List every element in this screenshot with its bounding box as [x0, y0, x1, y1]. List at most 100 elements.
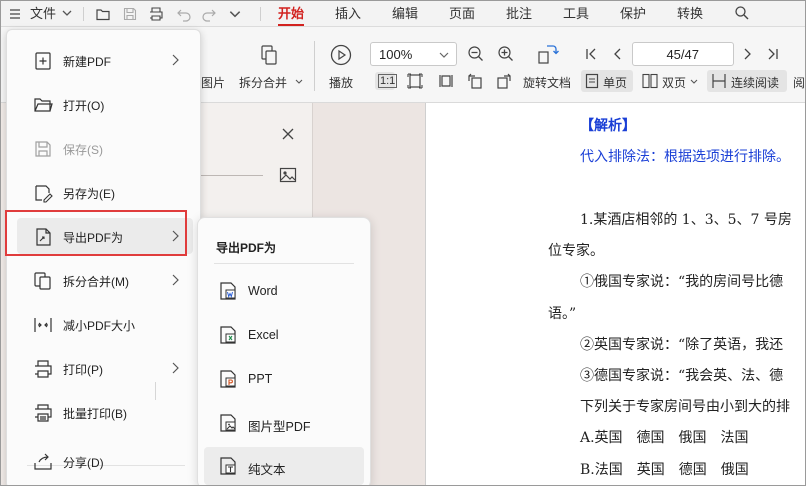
- folder-open-icon: [34, 98, 53, 112]
- next-page-icon[interactable]: [742, 45, 754, 63]
- save-icon: [35, 141, 51, 157]
- tab-protect[interactable]: 保护: [620, 1, 646, 27]
- doc-line: 代入排除法：根据选项进行排除。: [580, 149, 790, 165]
- rotate-left-icon[interactable]: [466, 72, 484, 90]
- printer-icon: [35, 360, 52, 378]
- play-label[interactable]: 播放: [329, 74, 353, 91]
- chevron-right-icon: [172, 274, 179, 286]
- divider: [214, 263, 354, 264]
- menu-item-new-pdf[interactable]: 新建PDF: [17, 42, 193, 78]
- tab-home[interactable]: 开始: [278, 1, 305, 27]
- ppt-icon: [220, 370, 236, 388]
- more-chevron-icon[interactable]: [228, 7, 242, 21]
- menu-item-open[interactable]: 打开(O): [17, 86, 193, 122]
- fit-width-icon[interactable]: [437, 72, 455, 90]
- close-icon[interactable]: [281, 127, 295, 141]
- tab-page[interactable]: 页面: [449, 1, 475, 27]
- double-page-icon[interactable]: [642, 73, 658, 89]
- chevron-down-icon[interactable]: [61, 7, 73, 19]
- hamburger-icon[interactable]: [7, 6, 23, 22]
- word-icon: [220, 282, 236, 300]
- fit-page-icon[interactable]: [406, 72, 424, 90]
- menu-item-batch-print[interactable]: 批量打印(B): [17, 394, 193, 430]
- continuous-read-label: 连续阅读: [731, 76, 780, 90]
- tab-insert[interactable]: 插入: [335, 1, 361, 27]
- doc-line: ③德国专家说：“我会英、法、德: [580, 368, 784, 384]
- rotate-right-icon[interactable]: [495, 72, 513, 90]
- first-page-icon[interactable]: [585, 45, 597, 63]
- tab-edit[interactable]: 编辑: [392, 1, 418, 27]
- zoom-value: 100%: [379, 47, 413, 62]
- menu-item-split-merge[interactable]: 拆分合并(M): [17, 262, 193, 298]
- share-icon: [34, 453, 52, 470]
- chevron-right-icon: [172, 54, 179, 66]
- split-merge-label[interactable]: 拆分合并: [239, 74, 287, 91]
- redo-icon[interactable]: [201, 6, 217, 22]
- tab-annotate[interactable]: 批注: [506, 1, 532, 27]
- image-tool-label[interactable]: 图片: [201, 74, 225, 91]
- save-icon[interactable]: [122, 6, 138, 22]
- double-page-label[interactable]: 双页: [662, 74, 686, 91]
- export-to-ppt[interactable]: PPT: [204, 360, 364, 398]
- search-icon[interactable]: [734, 5, 750, 21]
- play-icon[interactable]: [329, 43, 353, 67]
- chevron-down-icon[interactable]: [690, 78, 698, 86]
- doc-line: 下列关于专家房间号由小到大的排: [580, 399, 790, 415]
- actual-size-label: 1:1: [378, 74, 398, 88]
- compress-icon: [34, 318, 52, 332]
- export-to-image-pdf[interactable]: 图片型PDF: [204, 404, 364, 442]
- doc-line: 位专家。: [548, 243, 604, 259]
- read-mode-label[interactable]: 阅: [793, 74, 805, 91]
- undo-icon[interactable]: [176, 6, 192, 22]
- tab-tools[interactable]: 工具: [563, 1, 589, 27]
- image-pdf-icon: [220, 414, 236, 432]
- save-as-icon: [35, 185, 53, 203]
- zoom-select[interactable]: 100%: [370, 42, 457, 66]
- zoom-in-icon[interactable]: [497, 45, 515, 63]
- image-icon[interactable]: [279, 167, 297, 183]
- file-menu: 新建PDF 打开(O) 保存(S) 另存为(E) 导出PDF为 拆分合并(M) …: [6, 29, 201, 485]
- batch-print-icon: [35, 404, 52, 422]
- file-menu-button[interactable]: 文件: [30, 1, 56, 27]
- rotate-document-label[interactable]: 旋转文档: [523, 74, 571, 91]
- menu-bar: 文件 开始 插入 编辑 页面 批注 工具 保护 转换: [1, 1, 805, 27]
- single-page-label: 单页: [603, 76, 628, 90]
- export-to-excel[interactable]: Excel: [204, 316, 364, 354]
- zoom-out-icon[interactable]: [467, 45, 485, 63]
- last-page-icon[interactable]: [767, 45, 779, 63]
- divider: [83, 7, 84, 21]
- export-to-word[interactable]: Word: [204, 272, 364, 310]
- doc-line: 1.某酒店相邻的 1、3、5、7 号房: [580, 212, 792, 228]
- menu-item-save[interactable]: 保存(S): [17, 130, 193, 166]
- page-indicator: 45/47: [666, 47, 699, 62]
- menu-item-share[interactable]: 分享(D): [17, 443, 193, 479]
- page-number-input[interactable]: 45/47: [632, 42, 734, 66]
- single-page-icon: [585, 73, 599, 89]
- submenu-title: 导出PDF为: [216, 241, 277, 255]
- split-merge-icon[interactable]: [259, 44, 279, 66]
- app-window: 文件 开始 插入 编辑 页面 批注 工具 保护 转换 图片 拆分合并 播放 10…: [0, 0, 806, 486]
- doc-line: B.法国 英国 德国 俄国: [580, 462, 749, 478]
- doc-line: 语。”: [548, 306, 577, 322]
- menu-item-print[interactable]: 打印(P): [17, 350, 193, 386]
- folder-icon[interactable]: [95, 6, 111, 22]
- doc-line: A.英国 德国 俄国 法国: [580, 430, 749, 446]
- chevron-right-icon: [172, 362, 179, 374]
- prev-page-icon[interactable]: [611, 45, 623, 63]
- excel-icon: [220, 326, 236, 344]
- menu-item-compress[interactable]: 减小PDF大小: [17, 306, 193, 342]
- analysis-heading: 【解析】: [580, 118, 636, 134]
- tab-convert[interactable]: 转换: [677, 1, 703, 27]
- split-merge-icon: [34, 272, 51, 290]
- export-submenu: 导出PDF为 Word Excel PPT 图片型PDF 纯文本: [197, 217, 371, 485]
- menu-item-save-as[interactable]: 另存为(E): [17, 174, 193, 210]
- print-icon[interactable]: [148, 6, 164, 22]
- divider: [314, 41, 315, 91]
- doc-line: ①俄国专家说：“我的房间号比德: [580, 274, 784, 290]
- plain-text-icon: [220, 457, 236, 475]
- doc-line: ②英国专家说：“除了英语，我还: [580, 337, 784, 353]
- rotate-document-icon[interactable]: [537, 43, 559, 65]
- export-to-plain-text[interactable]: 纯文本: [204, 447, 364, 485]
- continuous-read-icon: [712, 74, 726, 88]
- chevron-down-icon[interactable]: [295, 78, 303, 86]
